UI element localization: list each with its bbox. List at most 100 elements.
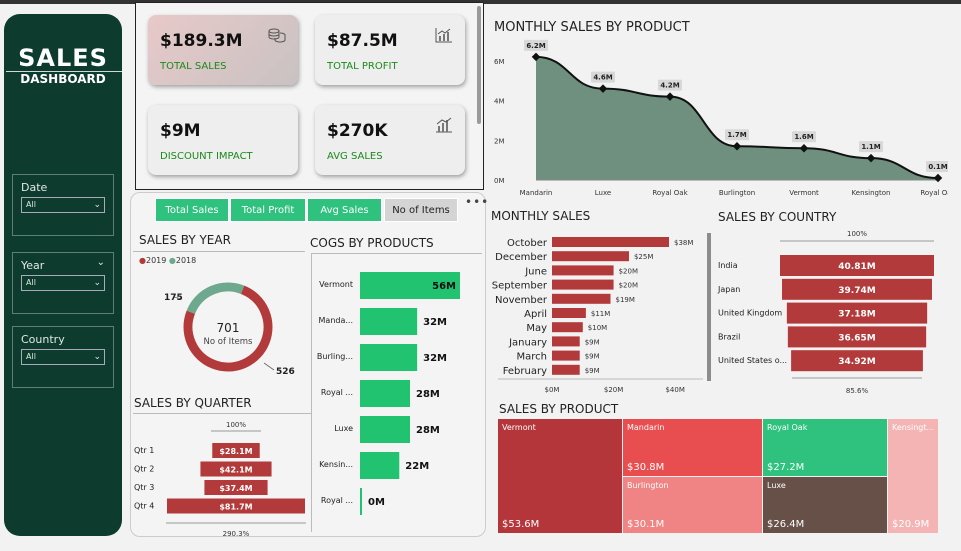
monthly-data-label: $9M [585,367,600,375]
monthly-bar [552,251,629,262]
kpi-card-avg-sales[interactable]: $270K AVG SALES [315,105,465,175]
divider [133,413,311,414]
toggle-total-profit-button[interactable]: Total Profit [230,198,306,222]
year-filter[interactable]: Year ⌄ All ⌄ [12,252,114,314]
divider [312,253,482,254]
kpi-scrollbar[interactable] [477,6,481,124]
cogs-tick-label: Burling... [317,352,353,361]
cogs-data-label: 28M [416,389,440,400]
treemap-tile-name: Vermont [502,423,536,432]
treemap-tile[interactable]: Burlington $30.1M [623,477,762,533]
monthly-x-tick: $40M [665,386,684,394]
area-data-label: 1.1M [861,143,880,151]
date-filter-select[interactable]: All ⌄ [21,197,105,213]
country-data-label: 39.74M [838,286,875,296]
area-y-tick: 2M [494,137,505,145]
sales-by-year-legend: ●2019 ●2018 [139,256,197,265]
area-point [933,173,943,183]
treemap-tile[interactable]: Vermont $53.6M [498,419,622,533]
sales-by-quarter-chart: 100% Qtr 1 $28.1M Qtr 2 $42.1M Qtr 3 $37.4M Qtr… [134,421,306,538]
sales-by-year-donut: 701 No of Items 175 526 [164,282,295,377]
treemap-tile-value: $27.2M [767,462,805,473]
kpi-panel: $189.3M TOTAL SALES $87.5M TOTAL PROFIT … [135,2,484,190]
cogs-data-label: 56M [432,281,456,292]
area-y-tick: 6M [494,58,505,66]
legend-2019: 2019 [145,256,167,265]
country-bottom-label: 85.6% [846,387,869,395]
cogs-bar [360,344,418,371]
donut-slice-2018 [186,282,245,315]
monthly-tick-label: February [503,366,547,377]
kpi-label: TOTAL SALES [160,61,227,72]
monthly-bar [552,265,614,276]
country-filter-select[interactable]: All ⌄ [21,349,105,365]
kpi-card-total-profit[interactable]: $87.5M TOTAL PROFIT [315,15,465,85]
area-data-label: 6.2M [526,42,545,50]
country-filter-value: All [26,352,36,361]
treemap-tile-name: Burlington [627,481,669,490]
monthly-bar [552,364,580,375]
sales-by-product-title: SALES BY PRODUCT [499,402,619,416]
monthly-tick-label: January [508,337,547,348]
kpi-card-discount-impact[interactable]: $9M DISCOUNT IMPACT [148,105,298,175]
monthly-tick-label: September [492,281,548,292]
monthly-data-label: $20M [619,282,638,290]
area-x-tick: Royal Oak [652,189,688,197]
sidebar: SALES DASHBOARD Date All ⌄ Year ⌄ All ⌄ Co… [4,14,122,536]
country-filter[interactable]: Country All ⌄ [12,326,114,388]
area-y-tick: 4M [494,98,505,106]
toggle-avg-sales-button[interactable]: Avg Sales [307,198,382,222]
monthly-tick-label: November [495,295,548,306]
date-filter[interactable]: Date All ⌄ [12,174,114,236]
country-data-label: 37.18M [838,310,875,320]
kpi-label: TOTAL PROFIT [327,61,398,72]
monthly-bar [552,336,580,347]
cogs-bar [360,308,418,335]
sidebar-title: SALES [18,44,108,72]
kpi-value: $270K [327,121,388,141]
donut-center-value: 701 [217,321,240,335]
year-filter-select[interactable]: All ⌄ [21,275,105,291]
treemap-tile[interactable]: Royal Oak $27.2M [763,419,887,476]
more-options-icon[interactable]: ••• [465,195,489,209]
cogs-by-products-chart: Vermont 56M Manda... 32M Burling... 32M Royal … [317,272,460,515]
cogs-data-label: 32M [423,317,447,328]
monthly-bar [552,237,669,247]
quarter-data-label: $37.4M [219,484,252,493]
monthly-sales-scrollbar[interactable] [707,233,711,381]
cogs-tick-label: Vermont [319,280,353,289]
monthly-data-label: $38M [674,239,693,247]
country-tick-label: United Kingdom [718,309,782,318]
area-x-tick: Kensington [852,189,891,197]
cogs-tick-label: Luxe [334,424,353,433]
quarter-tick-label: Qtr 2 [134,465,154,474]
toggle-total-sales-button[interactable]: Total Sales [155,198,229,222]
country-top-label: 100% [847,230,867,238]
kpi-value: $87.5M [327,31,398,51]
treemap-tile[interactable]: Kensingt... $20.9M [888,419,938,533]
monthly-tick-label: December [495,252,548,263]
treemap-tile[interactable]: Mandarin $30.8M [623,419,762,476]
country-tick-label: India [718,261,738,270]
quarter-data-label: $42.1M [219,466,252,475]
area-y-tick: 0M [494,177,505,185]
year-filter-label: Year [21,259,45,272]
chevron-down-icon[interactable]: ⌄ [97,257,105,268]
monthly-tick-label: April [524,309,547,320]
treemap-tile[interactable]: Luxe $26.4M [763,477,887,533]
kpi-card-total-sales[interactable]: $189.3M TOTAL SALES [148,15,298,85]
area-data-label: 1.6M [794,133,813,141]
chevron-down-icon: ⌄ [93,352,101,362]
quarter-tick-label: Qtr 4 [134,502,154,511]
monthly-sales-by-product-chart: 6M 4M 2M 0M 6.2M Mandarin 4.6M Luxe 4.2M Royal Oa… [494,39,948,197]
country-tick-label: United States o... [718,356,787,365]
donut-label-2018: 175 [164,293,183,303]
toggle-no-of-items-button[interactable]: No of Items [384,198,458,222]
treemap-tile-name: Kensingt... [892,423,935,432]
cogs-bar [360,380,410,407]
sales-by-country-chart: 100% India 40.81M Japan 39.74M United Kingdom… [717,230,934,395]
coins-icon [268,27,286,47]
cogs-data-label: 22M [405,461,429,472]
quarter-bottom-label: 290.3% [223,530,250,538]
cogs-tick-label: Royal ... [321,496,353,505]
